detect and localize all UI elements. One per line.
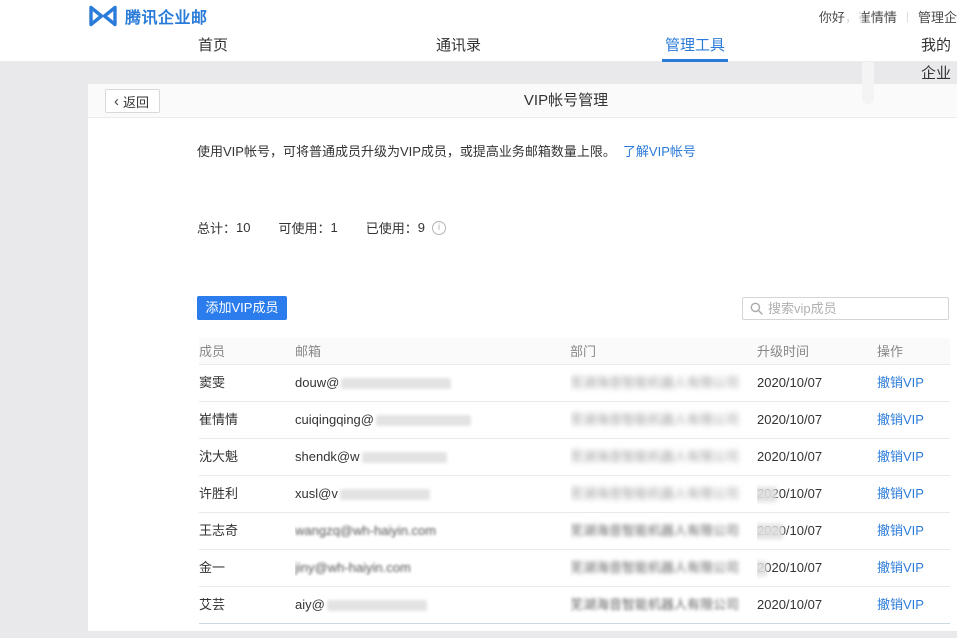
stat-used: 已使用：9 i [366,218,446,237]
member-department: 芜湖海音智能机器人有限公司 [570,587,757,623]
vip-members-table: 成员 邮箱 部门 升级时间 操作 窦雯 douw@ 芜湖海音智能机器人有限公司 … [199,338,950,624]
tab-admin-tools[interactable]: 管理工具 [662,32,728,61]
tab-contacts[interactable]: 通讯录 [433,32,484,61]
member-department: 芜湖海音智能机器人有限公司 [570,402,757,438]
revoke-vip-link[interactable]: 撤销VIP [877,375,924,390]
member-email: shendk@w [295,439,570,475]
member-department: 芜湖海音智能机器人有限公司 [570,365,757,401]
table-row: 许胜利 xusl@v 芜湖海音智能机器人有限公司 2020/10/07 撤销VI… [199,476,950,513]
table-row: 崔情情 cuiqingqing@ 芜湖海音智能机器人有限公司 2020/10/0… [199,402,950,439]
topbar-user-area: 你好，崔情情 | 管理企 [819,0,957,32]
col-header-email: 邮箱 [295,338,570,364]
col-header-action: 操作 [877,338,950,364]
member-name: 崔情情 [199,402,295,438]
member-email: cuiqingqing@ [295,402,570,438]
app-title: 腾讯企业邮 [125,4,208,28]
revoke-vip-link[interactable]: 撤销VIP [877,523,924,538]
redaction-blur [341,378,451,389]
description-text: 使用VIP帐号，可将普通成员升级为VIP成员，或提高业务邮箱数量上限。 [197,144,616,159]
member-department: 芜湖海音智能机器人有限公司 [570,439,757,475]
table-row: 窦雯 douw@ 芜湖海音智能机器人有限公司 2020/10/07 撤销VIP [199,365,950,402]
search-input[interactable] [768,301,948,316]
card-header: VIP帐号管理 ‹ 返回 [88,84,957,118]
chevron-left-icon: ‹ [114,94,119,109]
content-card: VIP帐号管理 ‹ 返回 使用VIP帐号，可将普通成员升级为VIP成员，或提高业… [88,84,957,631]
revoke-vip-link[interactable]: 撤销VIP [877,449,924,464]
stat-total: 总计：10 [197,218,250,237]
top-bar: 腾讯企业邮 你好，崔情情 | 管理企 [0,0,957,32]
table-header-row: 成员 邮箱 部门 升级时间 操作 [199,338,950,365]
learn-vip-link[interactable]: 了解VIP帐号 [623,144,696,159]
redaction-blur [327,600,427,611]
redaction-smudge [757,524,783,539]
member-email: aiy@ [295,587,570,623]
revoke-vip-link[interactable]: 撤销VIP [877,597,924,612]
tab-home[interactable]: 首页 [195,32,231,61]
upgrade-date: 2020/10/07 [757,513,877,549]
redaction-smudge [757,487,777,502]
back-button[interactable]: ‹ 返回 [105,89,160,113]
back-button-label: 返回 [123,92,149,111]
member-name: 窦雯 [199,365,295,401]
redaction-blur [362,452,447,463]
upgrade-date: 2020/10/07 [757,476,877,512]
col-header-member: 成员 [199,338,295,364]
member-name: 许胜利 [199,476,295,512]
quota-stats: 总计：10 可使用：1 已使用：9 i [197,218,474,237]
table-row: 沈大魁 shendk@w 芜湖海音智能机器人有限公司 2020/10/07 撤销… [199,439,950,476]
page-description: 使用VIP帐号，可将普通成员升级为VIP成员，或提高业务邮箱数量上限。了解VIP… [197,141,696,160]
member-department: 芜湖海音智能机器人有限公司 [570,550,757,586]
scrollbar-thumb[interactable] [862,58,874,104]
upgrade-date: 2020/10/07 [757,365,877,401]
search-icon [750,302,763,315]
revoke-vip-link[interactable]: 撤销VIP [877,486,924,501]
manage-enterprise-link[interactable]: 管理企 [918,7,957,26]
member-name: 沈大魁 [199,439,295,475]
redaction-smudge [757,561,767,576]
add-vip-member-button[interactable]: 添加VIP成员 [197,296,287,320]
table-row: 艾芸 aiy@ 芜湖海音智能机器人有限公司 2020/10/07 撤销VIP [199,587,950,624]
member-email: jiny@wh-haiyin.com [295,550,570,586]
upgrade-date: 2020/10/07 [757,587,877,623]
upgrade-date: 2020/10/07 [757,550,877,586]
member-name: 艾芸 [199,587,295,623]
main-nav: 首页 通讯录 管理工具 我的企业 [0,32,957,62]
upgrade-date: 2020/10/07 [757,402,877,438]
search-box [742,297,949,320]
upgrade-date: 2020/10/07 [757,439,877,475]
revoke-vip-link[interactable]: 撤销VIP [877,560,924,575]
member-email: xusl@v [295,476,570,512]
page-title: VIP帐号管理 [88,84,957,118]
redaction-smudge [845,0,862,46]
col-header-department: 部门 [570,338,757,364]
exmail-logo-icon [88,5,118,27]
member-email: douw@ [295,365,570,401]
member-department: 芜湖海音智能机器人有限公司 [570,513,757,549]
redaction-blur [340,489,430,500]
stat-available: 可使用：1 [278,218,337,237]
member-email: wangzq@wh-haiyin.com [295,513,570,549]
redaction-blur [376,415,471,426]
member-department: 芜湖海音智能机器人有限公司 [570,476,757,512]
info-icon[interactable]: i [432,221,446,235]
table-row: 王志奇 wangzq@wh-haiyin.com 芜湖海音智能机器人有限公司 2… [199,513,950,550]
table-row: 金一 jiny@wh-haiyin.com 芜湖海音智能机器人有限公司 2020… [199,550,950,587]
col-header-upgrade-time: 升级时间 [757,338,877,364]
app-logo: 腾讯企业邮 [88,4,208,28]
member-name: 金一 [199,550,295,586]
member-name: 王志奇 [199,513,295,549]
revoke-vip-link[interactable]: 撤销VIP [877,412,924,427]
tab-my-company[interactable]: 我的企业 [918,32,957,61]
topbar-divider: | [906,9,909,23]
